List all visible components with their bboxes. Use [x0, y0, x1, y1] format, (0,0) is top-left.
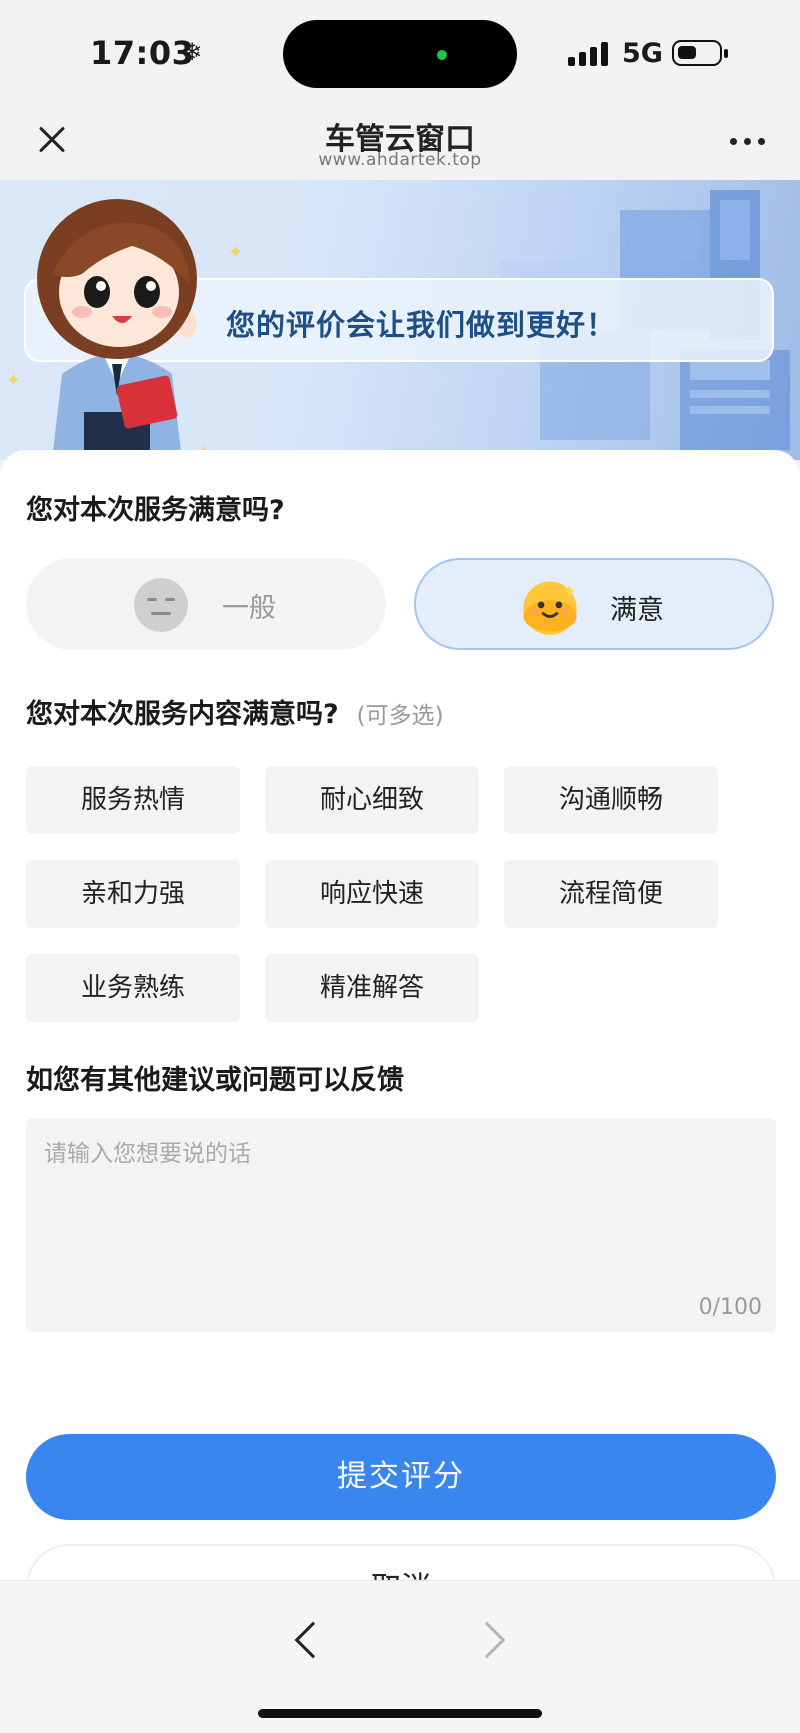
status-bar: 17:03 ❄ 5G [0, 0, 800, 108]
camera-indicator-icon [437, 50, 447, 60]
chevron-right-icon[interactable] [468, 1621, 506, 1659]
status-time: 17:03 [90, 34, 195, 72]
tag-option[interactable]: 服务热情 [26, 766, 240, 834]
feedback-input[interactable] [26, 1118, 776, 1332]
chevron-left-icon[interactable] [294, 1621, 332, 1659]
tag-option[interactable]: 沟通顺畅 [504, 766, 718, 834]
feedback-title: 如您有其他建议或问题可以反馈 [26, 1065, 404, 1096]
multi-select-hint: (可多选) [356, 703, 444, 729]
rating-option-neutral[interactable]: 一般 [26, 558, 386, 650]
rating-option-label: 满意 [610, 595, 664, 626]
satisfaction-question: 您对本次服务满意吗? [26, 495, 285, 526]
page-url: www.ahdartek.top [318, 150, 482, 170]
rating-option-label: 一般 [222, 593, 276, 624]
cellular-signal-icon [568, 42, 610, 66]
tag-option[interactable]: 耐心细致 [265, 766, 479, 834]
officer-mascot-illustration [37, 199, 197, 460]
tag-option[interactable]: 业务熟练 [26, 954, 240, 1022]
happy-face-icon [523, 581, 577, 635]
dynamic-island [283, 20, 517, 88]
rating-card: 您对本次服务满意吗? 一般 满意 您对本次服务内容满意吗? (可多选) 服务热情… [0, 450, 800, 1630]
navigation-bar: 车管云窗口 www.ahdartek.top [0, 108, 800, 180]
snowflake-icon: ❄ [182, 38, 203, 66]
browser-bottom-bar [0, 1580, 800, 1733]
battery-icon [672, 40, 728, 66]
feedback-box: 0/100 [26, 1118, 776, 1332]
neutral-face-icon [134, 578, 188, 632]
network-type: 5G [622, 38, 663, 69]
sparkle-icon: ✦ [6, 370, 22, 391]
content-question: 您对本次服务内容满意吗? (可多选) [26, 692, 444, 731]
sparkle-icon: ✦ [228, 242, 244, 263]
tag-option[interactable]: 亲和力强 [26, 860, 240, 928]
submit-rating-button[interactable]: 提交评分 [26, 1434, 776, 1520]
rating-option-satisfied[interactable]: 满意 [414, 558, 774, 650]
home-indicator[interactable] [258, 1709, 542, 1718]
rating-page: 17:03 ❄ 5G 车管云窗口 www.ahdartek.top 您的评价会让… [0, 0, 800, 1733]
content-question-text: 您对本次服务内容满意吗? [26, 699, 339, 730]
character-counter: 0/100 [698, 1295, 762, 1320]
tag-option[interactable]: 流程简便 [504, 860, 718, 928]
tag-option[interactable]: 响应快速 [265, 860, 479, 928]
more-dots-icon[interactable] [730, 138, 766, 146]
banner: 您的评价会让我们做到更好！ ✦ ✦ [0, 180, 800, 460]
tag-option[interactable]: 精准解答 [265, 954, 479, 1022]
banner-message: 您的评价会让我们做到更好！ [226, 308, 617, 342]
